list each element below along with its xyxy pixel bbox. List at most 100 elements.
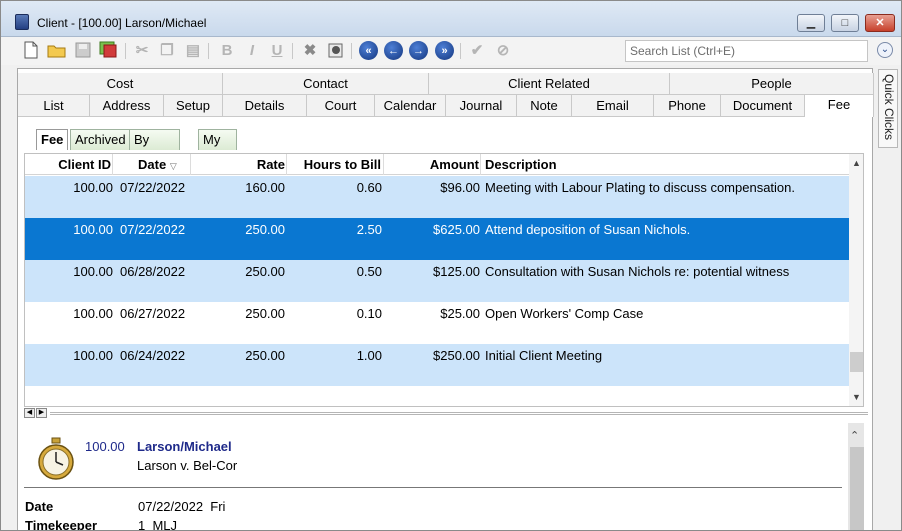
detail-vertical-scrollbar[interactable]: ⌃ — [848, 423, 864, 530]
copy-icon[interactable]: ❐ — [157, 40, 177, 60]
table-row[interactable]: 100.00 07/22/2022 250.00 2.50 $625.00 At… — [25, 218, 849, 260]
tab-email[interactable]: Email — [572, 95, 654, 117]
previous-record-icon[interactable]: ← — [384, 41, 403, 60]
cell-amount: $250.00 — [433, 348, 480, 363]
subtab-fee[interactable]: Fee — [36, 129, 69, 150]
cell-amount: $125.00 — [433, 264, 480, 279]
subtab-archived[interactable]: Archived — [70, 129, 131, 150]
search-list-input[interactable]: Search List (Ctrl+E) — [625, 40, 868, 62]
cell-date: 07/22/2022 — [120, 222, 186, 237]
tab-fee[interactable]: Fee — [805, 95, 874, 117]
close-button[interactable]: ✕ — [865, 14, 895, 32]
grid-vertical-scrollbar[interactable]: ▲ ▼ — [849, 154, 863, 406]
client-window: Client - [100.00] Larson/Michael ▁ □ ✕ ✂… — [0, 0, 902, 531]
table-row[interactable]: 100.00 07/22/2022 160.00 0.60 $96.00 Mee… — [25, 176, 849, 218]
tab-phone[interactable]: Phone — [654, 95, 721, 117]
open-folder-icon[interactable] — [47, 40, 67, 60]
tab-group-people[interactable]: People — [670, 73, 874, 95]
column-header-description[interactable]: Description — [481, 154, 849, 175]
tab-setup[interactable]: Setup — [164, 95, 223, 117]
bold-icon[interactable]: B — [217, 40, 237, 60]
cell-description: Meeting with Labour Plating to discuss c… — [485, 180, 796, 195]
minimize-button[interactable]: ▁ — [797, 14, 825, 32]
grid-header: Client ID Date ▽ Rate Hours to Bill Amou… — [25, 154, 849, 175]
subtab-by-activity[interactable]: By Activity — [129, 129, 181, 167]
cell-hours: 0.10 — [356, 306, 382, 321]
table-row[interactable]: 100.00 06/27/2022 250.00 0.10 $25.00 Ope… — [25, 302, 849, 344]
cell-rate: 250.00 — [245, 348, 285, 363]
timekeeper-value: 1 MLJ — [138, 518, 178, 531]
column-header-date[interactable]: Date ▽ — [113, 154, 191, 175]
cell-rate: 250.00 — [245, 222, 285, 237]
scroll-up-icon[interactable]: ▲ — [852, 158, 861, 168]
client-name-link[interactable]: Larson/Michael — [137, 439, 232, 454]
tab-document[interactable]: Document — [721, 95, 805, 117]
cell-amount: $625.00 — [433, 222, 480, 237]
cut-icon[interactable]: ✂ — [132, 40, 152, 60]
new-document-icon[interactable] — [21, 40, 41, 60]
fee-detail-panel: 100.00 Larson/Michael Larson v. Bel-Cor … — [24, 423, 864, 531]
cell-date: 06/24/2022 — [120, 348, 186, 363]
cell-client-id: 100.00 — [73, 222, 113, 237]
cell-hours: 1.00 — [356, 348, 382, 363]
next-record-icon[interactable]: → — [409, 41, 428, 60]
notes-icon[interactable] — [98, 40, 118, 60]
tab-group-row: Cost Contact Client Related People — [18, 73, 874, 95]
case-name: Larson v. Bel-Cor — [137, 458, 238, 473]
scroll-down-icon[interactable]: ▼ — [852, 392, 861, 402]
tab-group-cost[interactable]: Cost — [18, 73, 223, 95]
tab-address[interactable]: Address — [90, 95, 164, 117]
table-row[interactable]: 100.00 06/28/2022 250.00 0.50 $125.00 Co… — [25, 260, 849, 302]
timekeeper-label: Timekeeper — [25, 518, 98, 531]
scrollbar-thumb[interactable] — [850, 352, 863, 372]
splitter-line[interactable] — [50, 412, 868, 415]
date-value: 07/22/2022 Fri — [138, 499, 226, 514]
underline-icon[interactable]: U — [267, 40, 287, 60]
grid-horizontal-scrollbar[interactable]: ◀ ▶ — [24, 408, 870, 419]
scroll-left-icon[interactable]: ◀ — [24, 408, 35, 418]
checkmark-icon[interactable]: ✔ — [467, 40, 487, 60]
table-row[interactable]: 100.00 06/24/2022 250.00 1.00 $250.00 In… — [25, 344, 849, 386]
delete-icon[interactable]: ✖ — [300, 40, 320, 60]
tab-calendar[interactable]: Calendar — [375, 95, 446, 117]
cell-client-id: 100.00 — [73, 180, 113, 195]
chevron-down-icon[interactable]: ⌄ — [877, 42, 893, 58]
cell-amount: $25.00 — [440, 306, 480, 321]
fee-grid: Client ID Date ▽ Rate Hours to Bill Amou… — [24, 153, 864, 407]
cell-date: 06/28/2022 — [120, 264, 186, 279]
scroll-right-icon[interactable]: ▶ — [36, 408, 47, 418]
attach-icon[interactable] — [326, 40, 346, 60]
cell-rate: 250.00 — [245, 306, 285, 321]
client-number: 100.00 — [85, 439, 125, 454]
cell-hours: 0.60 — [356, 180, 382, 195]
stopwatch-icon — [36, 437, 76, 481]
tab-list[interactable]: List — [18, 95, 90, 117]
column-header-rate[interactable]: Rate — [191, 154, 287, 175]
italic-icon[interactable]: I — [242, 40, 262, 60]
last-record-icon[interactable]: » — [435, 41, 454, 60]
tab-journal[interactable]: Journal — [446, 95, 517, 117]
first-record-icon[interactable]: « — [359, 41, 378, 60]
quick-clicks-panel-tab[interactable]: Quick Clicks — [878, 69, 898, 148]
cell-client-id: 100.00 — [73, 306, 113, 321]
cell-date: 06/27/2022 — [120, 306, 186, 321]
column-header-hours-to-bill[interactable]: Hours to Bill — [287, 154, 384, 175]
tab-details[interactable]: Details — [223, 95, 307, 117]
window-title: Client - [100.00] Larson/Michael — [37, 16, 207, 30]
tab-group-contact[interactable]: Contact — [223, 73, 429, 95]
date-label: Date — [25, 499, 54, 514]
chevron-up-icon[interactable]: ⌃ — [850, 429, 859, 442]
paste-icon[interactable]: ▤ — [183, 40, 203, 60]
column-header-client-id[interactable]: Client ID — [25, 154, 113, 175]
cancel-icon[interactable]: ⊘ — [493, 40, 513, 60]
column-header-amount[interactable]: Amount — [384, 154, 481, 175]
scrollbar-track[interactable] — [850, 447, 864, 530]
tab-note[interactable]: Note — [517, 95, 572, 117]
cell-rate: 160.00 — [245, 180, 285, 195]
maximize-button[interactable]: □ — [831, 14, 859, 32]
tab-court[interactable]: Court — [307, 95, 375, 117]
cell-description: Attend deposition of Susan Nichols. — [485, 222, 691, 237]
save-icon[interactable] — [73, 40, 93, 60]
tab-group-client-related[interactable]: Client Related — [429, 73, 670, 95]
subtab-my-fees[interactable]: My Fees — [198, 129, 237, 167]
